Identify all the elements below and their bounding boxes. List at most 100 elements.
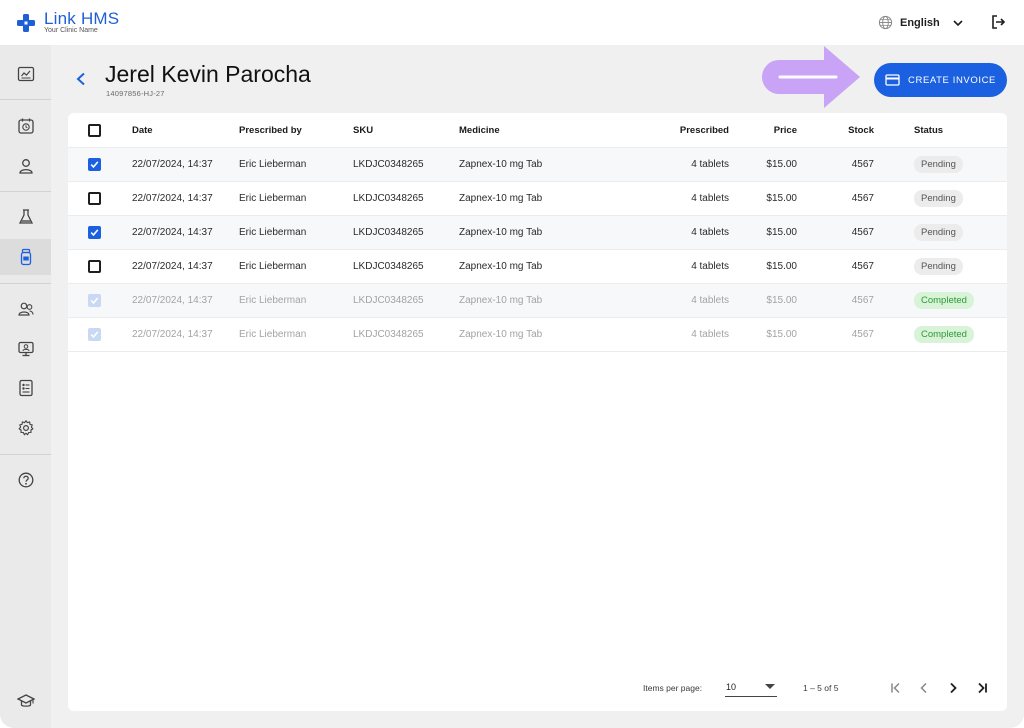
sidebar-item-reports[interactable] xyxy=(0,370,51,406)
column-header-sku[interactable]: SKU xyxy=(353,113,373,147)
graduation-cap-icon xyxy=(16,694,35,707)
cell-select xyxy=(88,250,101,283)
cell-prescribed-by: Eric Lieberman xyxy=(239,193,307,204)
cell-stock: 4567 xyxy=(851,261,874,272)
medicine-bottle-icon xyxy=(20,248,31,266)
cell-stock: 4567 xyxy=(851,159,874,170)
cell-prescribed-by: Eric Lieberman xyxy=(239,159,307,170)
calendar-icon xyxy=(17,118,34,134)
cell-prescribed: 4 tablets xyxy=(691,227,729,238)
cell-price: $15.00 xyxy=(766,159,797,170)
cell-date: 22/07/2024, 14:37 xyxy=(132,261,213,272)
status-badge: Pending xyxy=(914,190,963,207)
users-icon xyxy=(17,302,34,316)
table-row[interactable]: 22/07/2024, 14:37 Eric Lieberman LKDJC0348… xyxy=(68,148,1007,182)
sidebar-divider xyxy=(0,99,51,100)
column-header-prescribed-by[interactable]: Prescribed by xyxy=(239,113,302,147)
cell-date: 22/07/2024, 14:37 xyxy=(132,329,213,340)
cell-sku: LKDJC0348265 xyxy=(353,261,424,272)
cell-select xyxy=(88,216,101,249)
last-page-icon xyxy=(978,682,987,694)
cell-date: 22/07/2024, 14:37 xyxy=(132,227,213,238)
cell-prescribed: 4 tablets xyxy=(691,193,729,204)
app-logo[interactable]: Link HMS Your Clinic Name xyxy=(16,10,119,35)
cell-sku: LKDJC0348265 xyxy=(353,329,424,340)
logout-button[interactable] xyxy=(990,14,1006,35)
sidebar-item-patients[interactable] xyxy=(0,148,51,184)
cell-date: 22/07/2024, 14:37 xyxy=(132,295,213,306)
sidebar-item-laboratory[interactable] xyxy=(0,199,51,235)
row-checkbox[interactable] xyxy=(88,192,101,205)
monitor-icon xyxy=(17,341,34,357)
cell-select xyxy=(88,148,101,181)
sidebar-item-dashboard[interactable] xyxy=(0,56,51,92)
sidebar-item-training[interactable] xyxy=(0,683,51,719)
cell-prescribed-by: Eric Lieberman xyxy=(239,329,307,340)
column-header-medicine[interactable]: Medicine xyxy=(459,113,500,147)
cell-select xyxy=(88,284,101,317)
sidebar-item-pharmacy[interactable] xyxy=(0,239,51,275)
row-checkbox[interactable] xyxy=(88,158,101,171)
cell-prescribed: 4 tablets xyxy=(691,159,729,170)
cell-sku: LKDJC0348265 xyxy=(353,227,424,238)
clinic-name: Your Clinic Name xyxy=(44,27,98,34)
next-page-button[interactable] xyxy=(945,680,961,696)
sidebar-item-settings[interactable] xyxy=(0,410,51,446)
cell-price: $15.00 xyxy=(766,193,797,204)
cell-price: $15.00 xyxy=(766,227,797,238)
chevron-right-icon xyxy=(950,682,957,694)
table-header-row: Date Prescribed by SKU Medicine Prescrib… xyxy=(68,113,1007,148)
person-icon xyxy=(18,159,33,174)
create-invoice-button[interactable]: CREATE INVOICE xyxy=(874,63,1007,97)
cell-medicine: Zapnex-10 mg Tab xyxy=(459,295,543,306)
table-row[interactable]: 22/07/2024, 14:37 Eric Lieberman LKDJC0348… xyxy=(68,182,1007,216)
column-header-stock[interactable]: Stock xyxy=(823,113,874,147)
sidebar-item-appointments[interactable] xyxy=(0,108,51,144)
table-row[interactable]: 22/07/2024, 14:37 Eric Lieberman LKDJC0348… xyxy=(68,216,1007,250)
cell-date: 22/07/2024, 14:37 xyxy=(132,193,213,204)
previous-page-button[interactable] xyxy=(916,680,932,696)
status-badge: Pending xyxy=(914,224,963,241)
row-checkbox xyxy=(88,294,101,307)
select-all-checkbox[interactable] xyxy=(88,123,101,137)
cell-price: $15.00 xyxy=(766,329,797,340)
row-checkbox[interactable] xyxy=(88,260,101,273)
page-range: 1 – 5 of 5 xyxy=(803,683,839,693)
back-button[interactable] xyxy=(74,71,88,92)
cell-status: Pending xyxy=(914,148,963,181)
checkmark-icon xyxy=(90,161,99,169)
language-selector[interactable]: English xyxy=(878,15,965,30)
items-per-page-select[interactable]: 10 xyxy=(725,678,777,697)
sidebar-item-help[interactable] xyxy=(0,462,51,498)
logo-mark-icon xyxy=(17,14,35,32)
first-page-button[interactable] xyxy=(888,680,904,696)
cell-prescribed: 4 tablets xyxy=(691,295,729,306)
sidebar-divider xyxy=(0,283,51,284)
cell-status: Completed xyxy=(914,284,974,317)
cell-stock: 4567 xyxy=(851,227,874,238)
row-checkbox[interactable] xyxy=(88,226,101,239)
items-per-page-label: Items per page: xyxy=(643,683,703,693)
cell-status: Completed xyxy=(914,318,974,351)
credit-card-icon xyxy=(885,74,900,86)
sidebar-item-staff[interactable] xyxy=(0,291,51,327)
status-badge: Completed xyxy=(914,292,974,309)
lab-flask-icon xyxy=(18,209,33,224)
cell-price: $15.00 xyxy=(766,261,797,272)
cell-sku: LKDJC0348265 xyxy=(353,295,424,306)
column-header-date[interactable]: Date xyxy=(132,113,153,147)
table-row[interactable]: 22/07/2024, 14:37 Eric Lieberman LKDJC0348… xyxy=(68,250,1007,284)
annotation-arrow-icon xyxy=(762,46,860,108)
items-per-page-value: 10 xyxy=(726,682,737,692)
cell-prescribed-by: Eric Lieberman xyxy=(239,227,307,238)
cell-date: 22/07/2024, 14:37 xyxy=(132,159,213,170)
cell-prescribed: 4 tablets xyxy=(691,329,729,340)
column-header-price[interactable]: Price xyxy=(748,113,797,147)
table-row[interactable]: 22/07/2024, 14:37 Eric Lieberman LKDJC0348… xyxy=(68,284,1007,318)
language-label: English xyxy=(900,16,940,29)
sidebar-item-telemedicine[interactable] xyxy=(0,331,51,367)
column-header-prescribed[interactable]: Prescribed xyxy=(628,113,729,147)
table-row[interactable]: 22/07/2024, 14:37 Eric Lieberman LKDJC0348… xyxy=(68,318,1007,352)
last-page-button[interactable] xyxy=(974,680,990,696)
column-header-status[interactable]: Status xyxy=(914,113,943,147)
